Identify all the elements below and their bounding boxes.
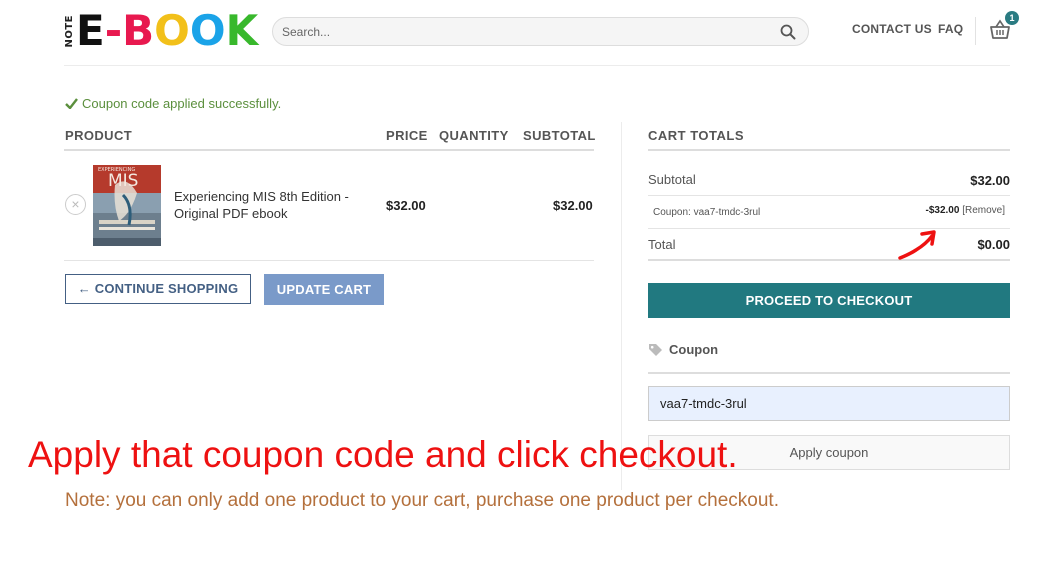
applied-coupon-label: Coupon: vaa7-tmdc-3rul [653, 207, 761, 218]
totals-row-divider [648, 195, 1010, 196]
logo-letter: K [225, 6, 259, 55]
product-subtotal: $32.00 [553, 198, 593, 213]
success-notice: Coupon code applied successfully. [65, 96, 281, 111]
logo-letter: E [76, 6, 105, 55]
subtotal-label: Subtotal [648, 172, 696, 187]
book-cover-image: EXPERIENCING MIS [93, 165, 161, 246]
totals-row-divider [648, 228, 1010, 229]
column-header-price: PRICE [386, 128, 428, 143]
update-cart-button[interactable]: UPDATE CART [264, 274, 384, 305]
totals-header-divider [648, 149, 1010, 151]
table-header-divider [64, 149, 594, 151]
note-annotation: Note: you can only add one product to yo… [65, 490, 779, 511]
product-thumbnail[interactable]: EXPERIENCING MIS [93, 165, 161, 246]
remove-coupon-link[interactable]: [Remove] [962, 205, 1005, 216]
header-divider [975, 17, 976, 45]
instruction-annotation: Apply that coupon code and click checkou… [28, 434, 738, 475]
coupon-heading-text: Coupon [669, 342, 719, 357]
coupon-heading-divider [648, 372, 1010, 374]
subtotal-value: $32.00 [970, 173, 1010, 188]
site-logo[interactable]: NOTE E-BOOK [64, 8, 258, 54]
nav-contact-us[interactable]: CONTACT US [852, 22, 932, 36]
cart-count-badge: 1 [1005, 11, 1019, 25]
total-label: Total [648, 237, 676, 252]
totals-bottom-divider [648, 259, 1010, 261]
logo-letter: - [104, 6, 123, 55]
applied-coupon-amount: -$32.00 [Remove] [926, 205, 1006, 216]
remove-item-button[interactable]: × [65, 194, 86, 215]
proceed-to-checkout-button[interactable]: PROCEED TO CHECKOUT [648, 283, 1010, 318]
total-value: $0.00 [977, 237, 1010, 252]
nav-faq[interactable]: FAQ [938, 22, 963, 36]
cover-title-text: MIS [108, 171, 138, 191]
logo-letter: B [122, 6, 155, 55]
product-name-link[interactable]: Experiencing MIS 8th Edition - Original … [174, 188, 374, 222]
logo-letter: O [189, 6, 226, 55]
table-row-divider [64, 260, 594, 261]
search-input[interactable] [282, 24, 780, 39]
logo-wordmark: E-BOOK [76, 8, 258, 54]
column-header-quantity: QUANTITY [439, 128, 509, 143]
red-arrow-annotation [898, 230, 936, 260]
column-header-subtotal: SUBTOTAL [523, 128, 596, 143]
coupon-code-input[interactable] [648, 386, 1010, 421]
checkmark-icon [65, 98, 78, 109]
column-header-product: PRODUCT [65, 128, 133, 143]
coupon-discount-value: -$32.00 [925, 205, 960, 216]
cart-totals-title: CART TOTALS [648, 128, 745, 143]
continue-shopping-button[interactable]: ← CONTINUE SHOPPING [65, 274, 251, 304]
logo-letter: O [154, 6, 190, 55]
search-icon[interactable] [780, 24, 796, 40]
notice-text: Coupon code applied successfully. [82, 96, 282, 111]
tag-icon [649, 343, 662, 356]
search-bar [272, 17, 809, 46]
header-divider-line [64, 65, 1010, 66]
product-price: $32.00 [386, 198, 426, 213]
coupon-section-heading: Coupon [648, 342, 718, 357]
logo-prefix: NOTE [64, 14, 75, 48]
